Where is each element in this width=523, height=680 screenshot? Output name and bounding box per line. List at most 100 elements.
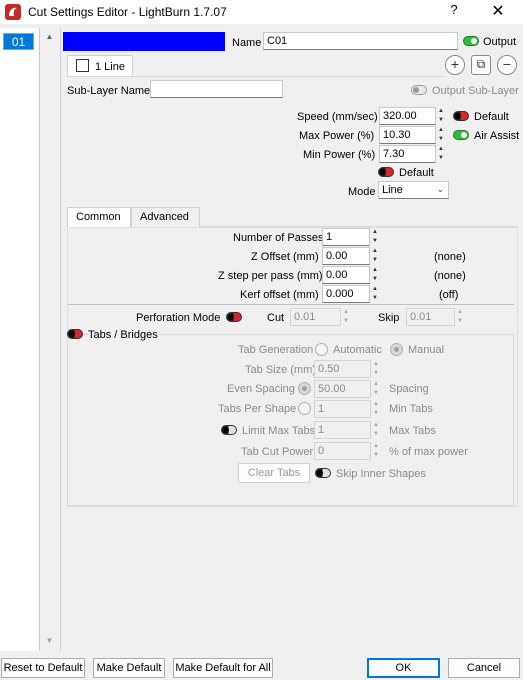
layer-item[interactable]: 01	[3, 33, 34, 50]
make-default-for-all-button[interactable]: Make Default for All	[173, 658, 273, 678]
scroll-up-arrow-icon[interactable]: ▲	[41, 30, 58, 44]
z-offset-spinner[interactable]: ▲ ▼	[369, 247, 381, 265]
manual-radio	[390, 343, 403, 356]
automatic-label: Automatic	[333, 344, 382, 356]
mode-label: Mode	[348, 186, 376, 198]
tabs-bridges-label: Tabs / Bridges	[88, 329, 161, 341]
cut-field: 0.01	[290, 308, 341, 326]
max-power-field[interactable]: 10.30	[379, 126, 436, 144]
passes-label: Number of Passes	[233, 232, 324, 244]
skip-label: Skip	[378, 312, 400, 324]
tab-advanced[interactable]: Advanced	[131, 207, 200, 227]
tab-cut-power-field: 0	[314, 442, 371, 460]
spacing-label: Spacing	[389, 383, 429, 395]
speed-label: Speed (mm/sec)	[297, 111, 378, 123]
scroll-down-arrow-icon[interactable]: ▼	[41, 634, 58, 648]
max-power-label: Max Power (%)	[299, 130, 375, 142]
limit-max-tabs-spinner: ▲ ▼	[373, 422, 379, 437]
min-power-label: Min Power (%)	[303, 149, 376, 161]
z-step-spinner[interactable]: ▲ ▼	[369, 266, 381, 284]
z-offset-note: (none)	[434, 251, 466, 263]
kerf-note: (off)	[439, 289, 459, 301]
min-power-field[interactable]: 7.30	[379, 145, 436, 163]
mode-dropdown-value: Line	[382, 184, 403, 196]
limit-max-tabs-toggle	[221, 425, 237, 435]
max-tabs-label: Max Tabs	[389, 425, 436, 437]
output-toggle[interactable]	[463, 36, 479, 46]
even-spacing-field: 50.00	[314, 380, 371, 398]
tab-cut-power-label: Tab Cut Power	[241, 446, 314, 458]
lightburn-app-icon	[5, 4, 21, 20]
passes-spinner[interactable]: ▲ ▼	[369, 228, 381, 246]
section-divider	[68, 304, 514, 305]
add-sublayer-icon[interactable]: +	[445, 55, 465, 75]
speed-default-toggle[interactable]	[453, 111, 469, 121]
air-assist-label: Air Assist	[474, 130, 520, 142]
automatic-radio	[315, 343, 328, 356]
perforation-toggle[interactable]	[226, 312, 242, 322]
min-tabs-label: Min Tabs	[389, 403, 433, 415]
make-default-button[interactable]: Make Default	[93, 658, 165, 678]
tab-size-field: 0.50	[314, 360, 371, 378]
tab-size-label: Tab Size (mm)	[245, 364, 316, 376]
perforation-label: Perforation Mode	[136, 312, 221, 324]
even-spacing-label: Even Spacing	[227, 383, 295, 395]
skip-inner-shapes-toggle	[315, 468, 331, 478]
kerf-field[interactable]: 0.000	[322, 285, 370, 303]
speed-field[interactable]: 320.00	[379, 107, 436, 125]
passes-field[interactable]: 1	[322, 228, 370, 246]
name-field[interactable]: C01	[263, 32, 458, 50]
cancel-button[interactable]: Cancel	[448, 658, 520, 678]
copy-sublayer-icon[interactable]: ⧉	[471, 55, 491, 75]
sublayer-name-field[interactable]	[150, 80, 283, 98]
clear-tabs-button: Clear Tabs	[238, 463, 310, 483]
limit-max-tabs-label: Limit Max Tabs	[242, 425, 316, 437]
skip-inner-shapes-label: Skip Inner Shapes	[336, 468, 426, 480]
speed-spinner[interactable]: ▲ ▼	[435, 107, 447, 125]
even-spacing-spinner: ▲ ▼	[373, 381, 379, 396]
pct-max-power-label: % of max power	[389, 446, 468, 458]
manual-label: Manual	[408, 344, 445, 356]
chevron-down-icon: ⌄	[437, 185, 444, 194]
min-power-spinner[interactable]: ▲ ▼	[435, 145, 447, 163]
tabs-per-shape-field: 1	[314, 400, 371, 418]
tab-generation-label: Tab Generation	[238, 344, 314, 356]
skip-spinner: ▲ ▼	[457, 309, 463, 324]
output-sublayer-toggle	[411, 85, 427, 95]
power-default-toggle[interactable]	[378, 167, 394, 177]
panel-divider	[60, 28, 61, 651]
help-button[interactable]: ?	[443, 2, 465, 22]
tabs-per-shape-label: Tabs Per Shape	[218, 403, 297, 415]
window-title: Cut Settings Editor - LightBurn 1.7.07	[28, 5, 227, 19]
z-offset-field[interactable]: 0.00	[322, 247, 370, 265]
kerf-spinner[interactable]: ▲ ▼	[369, 285, 381, 303]
speed-default-label: Default	[474, 111, 509, 123]
output-sublayer-label: Output Sub-Layer	[432, 85, 519, 97]
sublayer-checkbox[interactable]	[76, 59, 89, 72]
remove-sublayer-icon[interactable]: −	[497, 55, 517, 75]
z-step-label: Z step per pass (mm)	[218, 270, 323, 282]
cut-label: Cut	[267, 312, 285, 324]
even-spacing-radio	[298, 382, 311, 395]
close-button[interactable]: ✕	[486, 1, 510, 23]
tab-common[interactable]: Common	[67, 207, 131, 227]
layer-list-scrollbar[interactable]	[41, 28, 58, 651]
power-default-label: Default	[399, 167, 434, 179]
ok-button[interactable]: OK	[367, 658, 440, 678]
z-step-note: (none)	[434, 270, 466, 282]
cut-spinner: ▲ ▼	[343, 309, 349, 324]
max-power-spinner[interactable]: ▲ ▼	[435, 126, 447, 144]
sublayer-name-label: Sub-Layer Name	[67, 85, 151, 97]
air-assist-toggle[interactable]	[453, 130, 469, 140]
layer-list	[0, 28, 40, 651]
tabs-per-shape-spinner: ▲ ▼	[373, 401, 379, 416]
kerf-label: Kerf offset (mm)	[240, 289, 319, 301]
tab-cut-power-spinner: ▲ ▼	[373, 443, 379, 458]
layer-color-swatch[interactable]	[63, 32, 225, 51]
z-step-field[interactable]: 0.00	[322, 266, 370, 284]
name-label: Name	[232, 37, 262, 49]
reset-to-default-button[interactable]: Reset to Default	[1, 658, 85, 678]
skip-field: 0.01	[406, 308, 455, 326]
tabs-per-shape-radio	[298, 402, 311, 415]
tabs-bridges-toggle[interactable]	[67, 329, 83, 339]
